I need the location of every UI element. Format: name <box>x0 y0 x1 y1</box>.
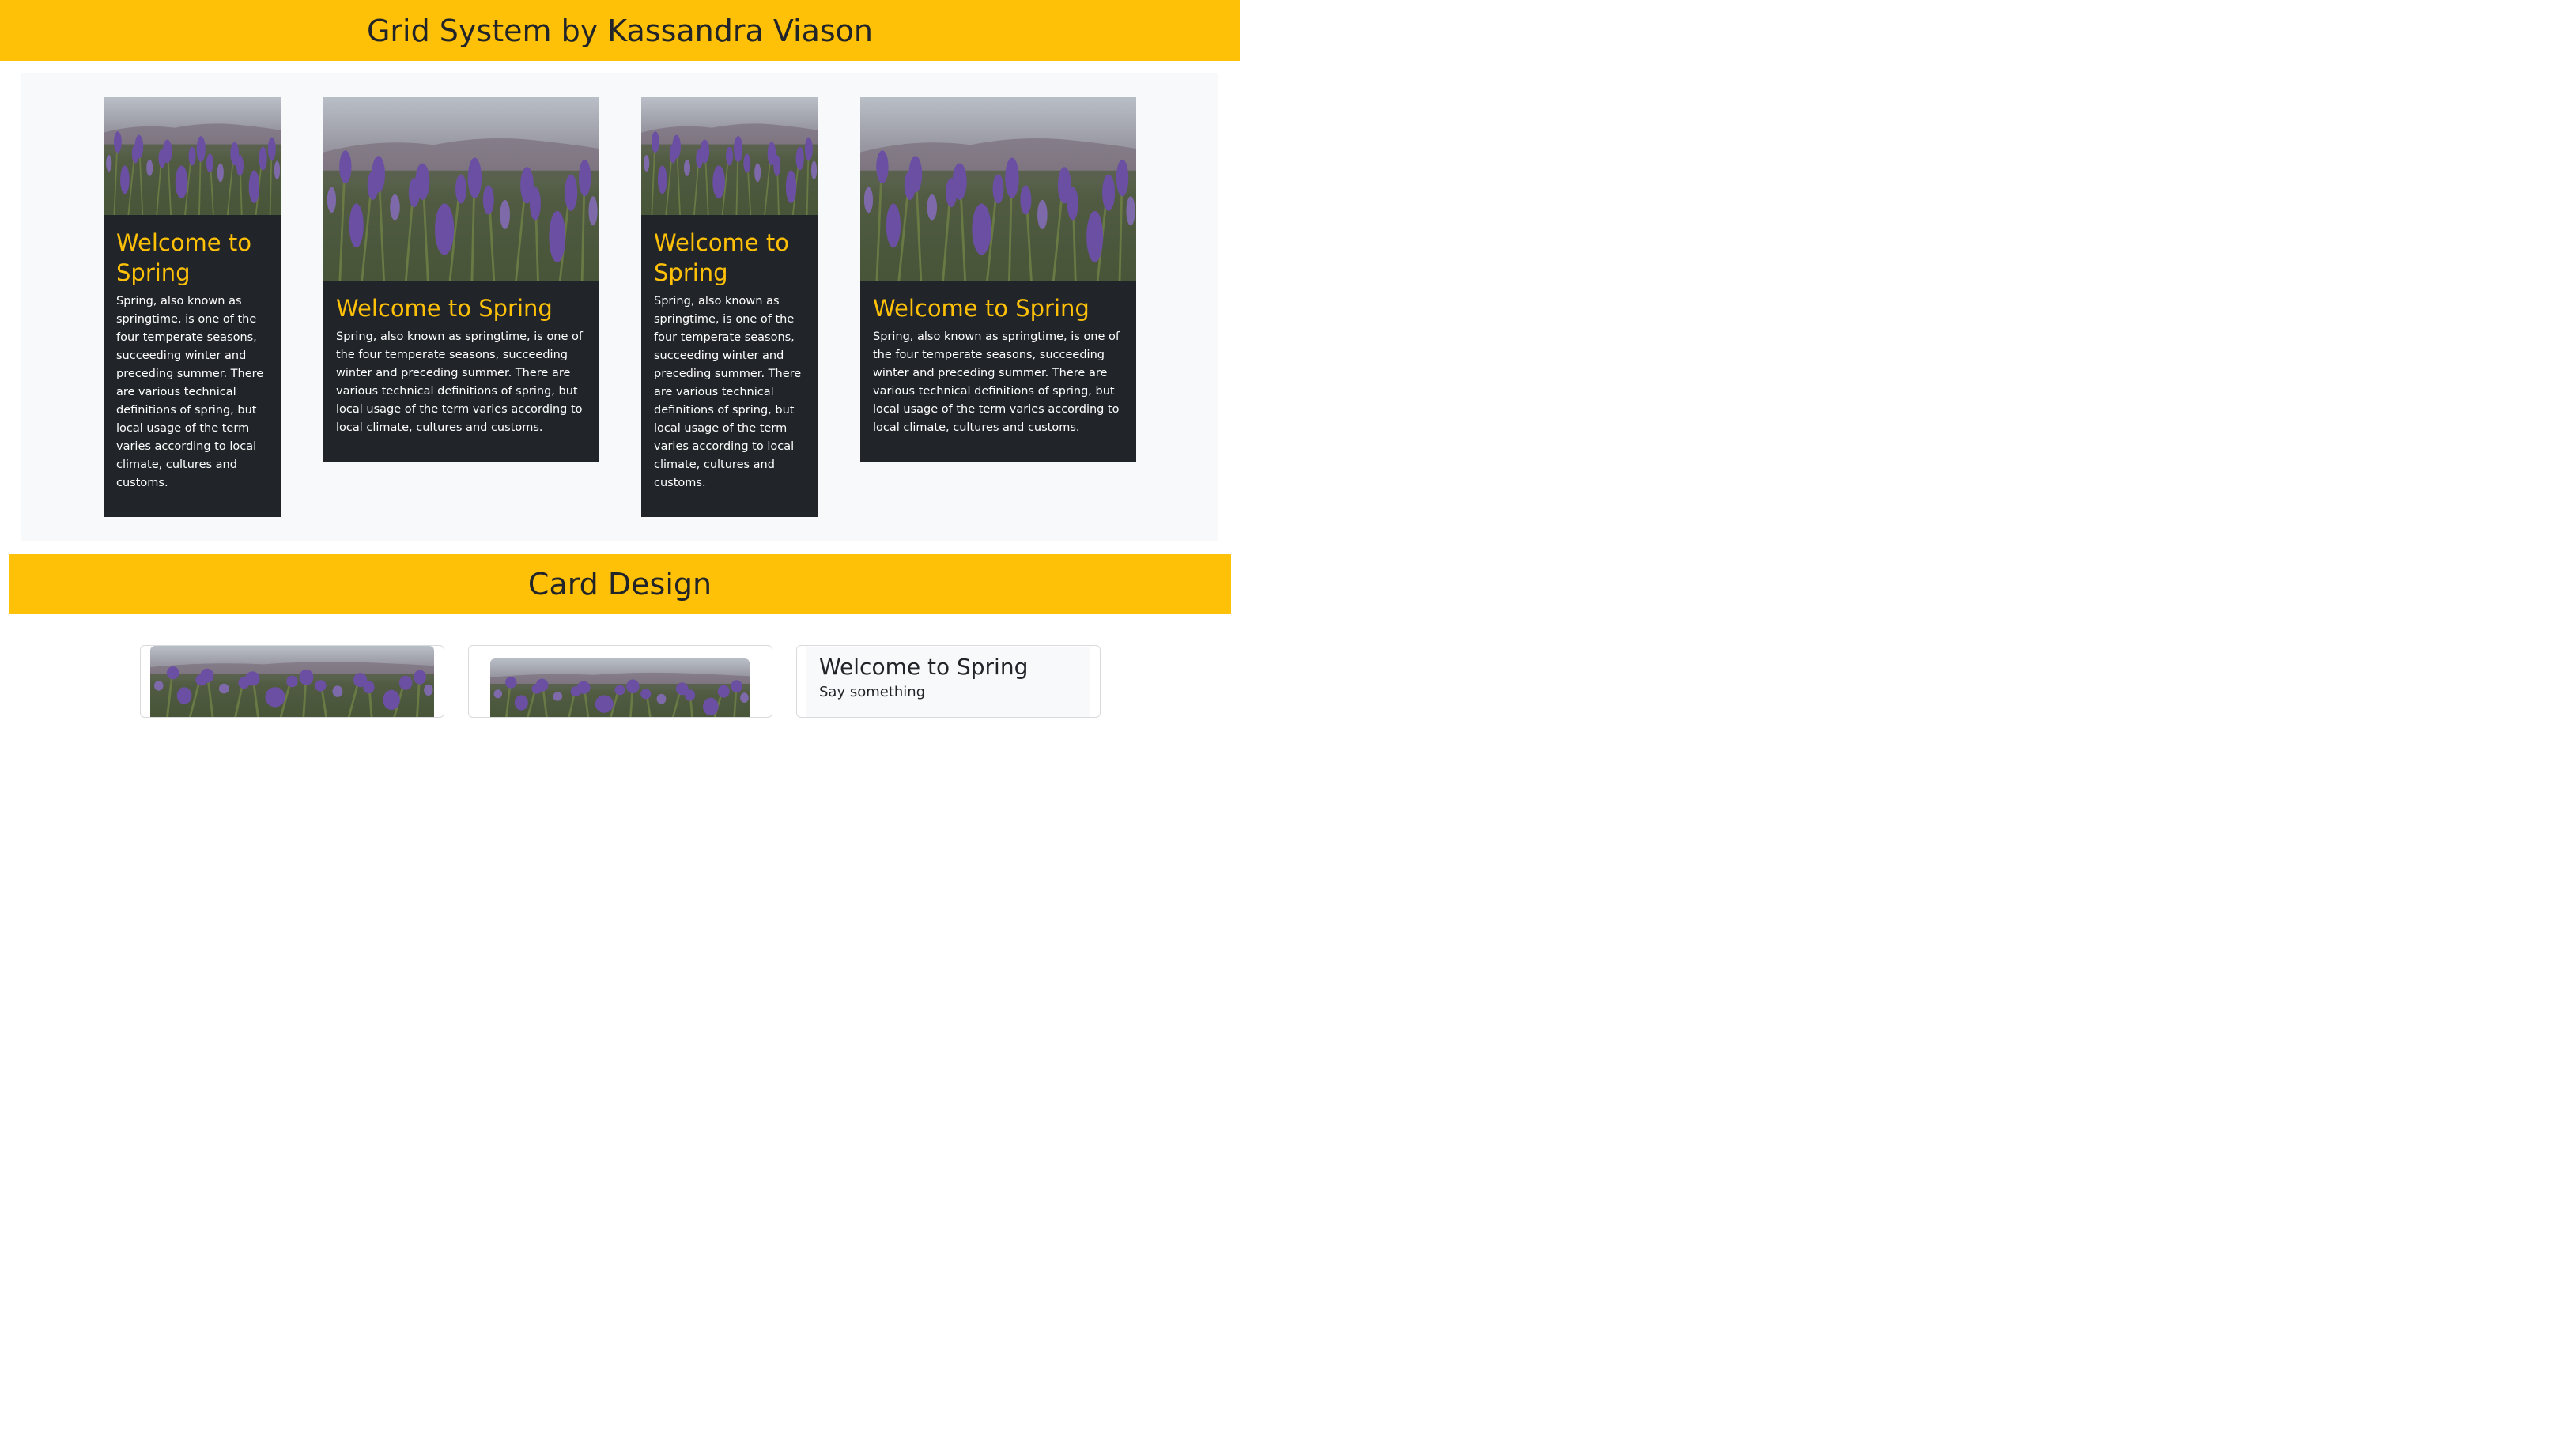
grid-section: Welcome to Spring Spring, also known as … <box>21 73 1218 541</box>
design-card <box>468 645 772 718</box>
grid-card-text: Spring, also known as springtime, is one… <box>654 295 802 489</box>
lavender-image <box>150 646 434 717</box>
grid-card: Welcome to Spring Spring, also known as … <box>104 97 281 517</box>
grid-card: Welcome to Spring Spring, also known as … <box>860 97 1136 462</box>
grid-card-title: Welcome to Spring <box>336 295 553 322</box>
section-title: Card Design <box>527 567 712 602</box>
card-subtitle: Say something <box>819 684 926 700</box>
design-card <box>140 645 444 718</box>
page-title: Grid System by Kassandra Viason <box>366 13 874 48</box>
grid-card-title: Welcome to Spring <box>116 229 251 286</box>
design-card: Welcome to Spring Say something <box>796 645 1101 718</box>
grid-card-text: Spring, also known as springtime, is one… <box>116 295 264 489</box>
header-banner: Grid System by Kassandra Viason <box>0 0 1240 61</box>
grid-card-text: Spring, also known as springtime, is one… <box>336 330 584 434</box>
lavender-image <box>490 658 750 718</box>
card-header: Welcome to Spring Say something <box>806 647 1090 717</box>
card-title: Welcome to Spring <box>819 654 1029 680</box>
card-design-banner: Card Design <box>9 554 1231 614</box>
lavender-image <box>641 97 818 215</box>
grid-card-title: Welcome to Spring <box>873 295 1090 322</box>
lavender-image <box>323 97 599 281</box>
lavender-image <box>860 97 1136 281</box>
grid-card: Welcome to Spring Spring, also known as … <box>323 97 599 462</box>
lavender-image <box>104 97 281 215</box>
grid-card: Welcome to Spring Spring, also known as … <box>641 97 818 517</box>
grid-card-text: Spring, also known as springtime, is one… <box>873 330 1120 434</box>
grid-card-title: Welcome to Spring <box>654 229 789 286</box>
